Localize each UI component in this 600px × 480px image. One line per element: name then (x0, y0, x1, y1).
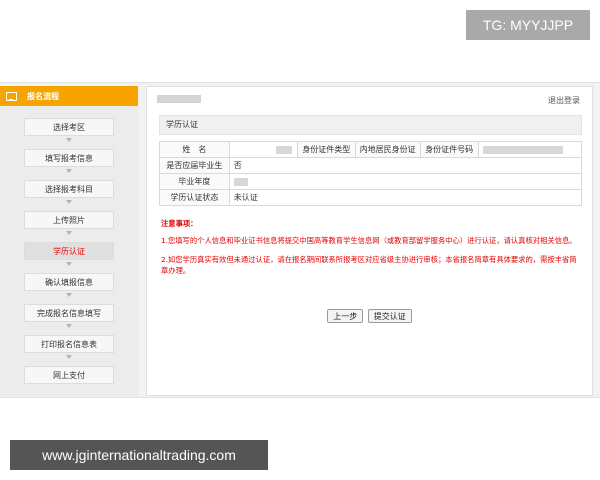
sidebar-step[interactable]: 填写报考信息 (0, 143, 138, 174)
watermark-bottom: www.jginternationaltrading.com (10, 440, 268, 470)
graduate-value: 否 (228, 157, 583, 174)
sidebar-title: 报名流程 (27, 91, 59, 101)
redacted-value (233, 177, 248, 186)
sidebar-step[interactable]: 打印报名信息表 (0, 329, 138, 360)
name-value (228, 141, 298, 158)
sidebar: 报名流程 选择考区填写报考信息 选择报考科目 上传照片学历认证确认填报信息 完成报名信… (0, 86, 138, 396)
info-table: 姓 名 身份证件类型 内地居民身份证 身份证件号码 是否应届毕业生 否 毕业年度… (159, 141, 583, 206)
action-bar: 上一步 提交认证 (147, 309, 592, 323)
sidebar-step[interactable]: 选择考区 (0, 112, 138, 143)
arrow-down-icon (66, 262, 72, 266)
id-number-label: 身份证件号码 (419, 141, 479, 158)
top-bar: 退出登录 (147, 87, 592, 111)
name-label: 姓 名 (159, 141, 230, 158)
id-type-label: 身份证件类型 (296, 141, 356, 158)
sidebar-step-label: 打印报名信息表 (24, 335, 114, 353)
sidebar-step[interactable]: 网上支付 (0, 360, 138, 391)
arrow-down-icon (66, 355, 72, 359)
prev-step-button[interactable]: 上一步 (327, 309, 364, 323)
id-number-value (477, 141, 583, 158)
arrow-down-icon (66, 169, 72, 173)
sidebar-step-label: 上传照片 (24, 211, 114, 229)
step-list: 选择考区填写报考信息 选择报考科目 上传照片学历认证确认填报信息 完成报名信息填写 打印… (0, 106, 138, 391)
status-value: 未认证 (228, 189, 583, 206)
monitor-icon (6, 91, 17, 101)
arrow-down-icon (66, 324, 72, 328)
table-row: 毕业年度 (159, 173, 583, 190)
sidebar-header: 报名流程 (0, 86, 138, 106)
notice-item-1: 1.您填写的个人信息和毕业证书信息将提交中国高等教育学生信息网（或教育部留学服务… (161, 236, 577, 245)
sidebar-step[interactable]: 上传照片 (0, 205, 138, 236)
sidebar-step-label: 完成报名信息填写 (24, 304, 114, 322)
table-row: 是否应届毕业生 否 (159, 157, 583, 174)
redacted-value (482, 145, 563, 154)
main-panel: 退出登录 学历认证 姓 名 身份证件类型 内地居民身份证 身份证件号码 是否应届… (146, 86, 593, 396)
table-row: 姓 名 身份证件类型 内地居民身份证 身份证件号码 (159, 141, 583, 158)
table-row: 学历认证状态 未认证 (159, 189, 583, 206)
arrow-down-icon (66, 200, 72, 204)
sidebar-step-label: 学历认证 (24, 242, 114, 260)
grad-year-value (228, 173, 583, 190)
sidebar-step[interactable]: 完成报名信息填写 (0, 298, 138, 329)
notice: 注意事项： 1.您填写的个人信息和毕业证书信息将提交中国高等教育学生信息网（或教… (161, 218, 578, 276)
logout-link[interactable]: 退出登录 (548, 95, 580, 106)
section-title: 学历认证 (159, 115, 582, 135)
sidebar-step-label: 选择考区 (24, 118, 114, 136)
notice-item-2: 2.如您学历真实有效但未通过认证，请在报名期间联系所报考区对应省级主协进行审核；… (161, 255, 577, 275)
watermark-top: TG: MYYJJPP (466, 10, 590, 40)
notice-heading: 注意事项： (161, 219, 198, 228)
sidebar-step[interactable]: 确认填报信息 (0, 267, 138, 298)
sidebar-step-label: 网上支付 (24, 366, 114, 384)
arrow-down-icon (66, 293, 72, 297)
user-name-redacted (157, 95, 201, 103)
sidebar-step-label: 填写报考信息 (24, 149, 114, 167)
sidebar-step-label: 确认填报信息 (24, 273, 114, 291)
arrow-down-icon (66, 138, 72, 142)
redacted-value (275, 145, 292, 154)
submit-auth-button[interactable]: 提交认证 (367, 309, 412, 323)
status-label: 学历认证状态 (159, 189, 230, 206)
sidebar-step[interactable]: 选择报考科目 (0, 174, 138, 205)
sidebar-step[interactable]: 学历认证 (0, 236, 138, 267)
grad-year-label: 毕业年度 (159, 173, 230, 190)
sidebar-step-label: 选择报考科目 (24, 180, 114, 198)
arrow-down-icon (66, 231, 72, 235)
graduate-label: 是否应届毕业生 (159, 157, 230, 174)
id-type-value: 内地居民身份证 (354, 141, 421, 158)
